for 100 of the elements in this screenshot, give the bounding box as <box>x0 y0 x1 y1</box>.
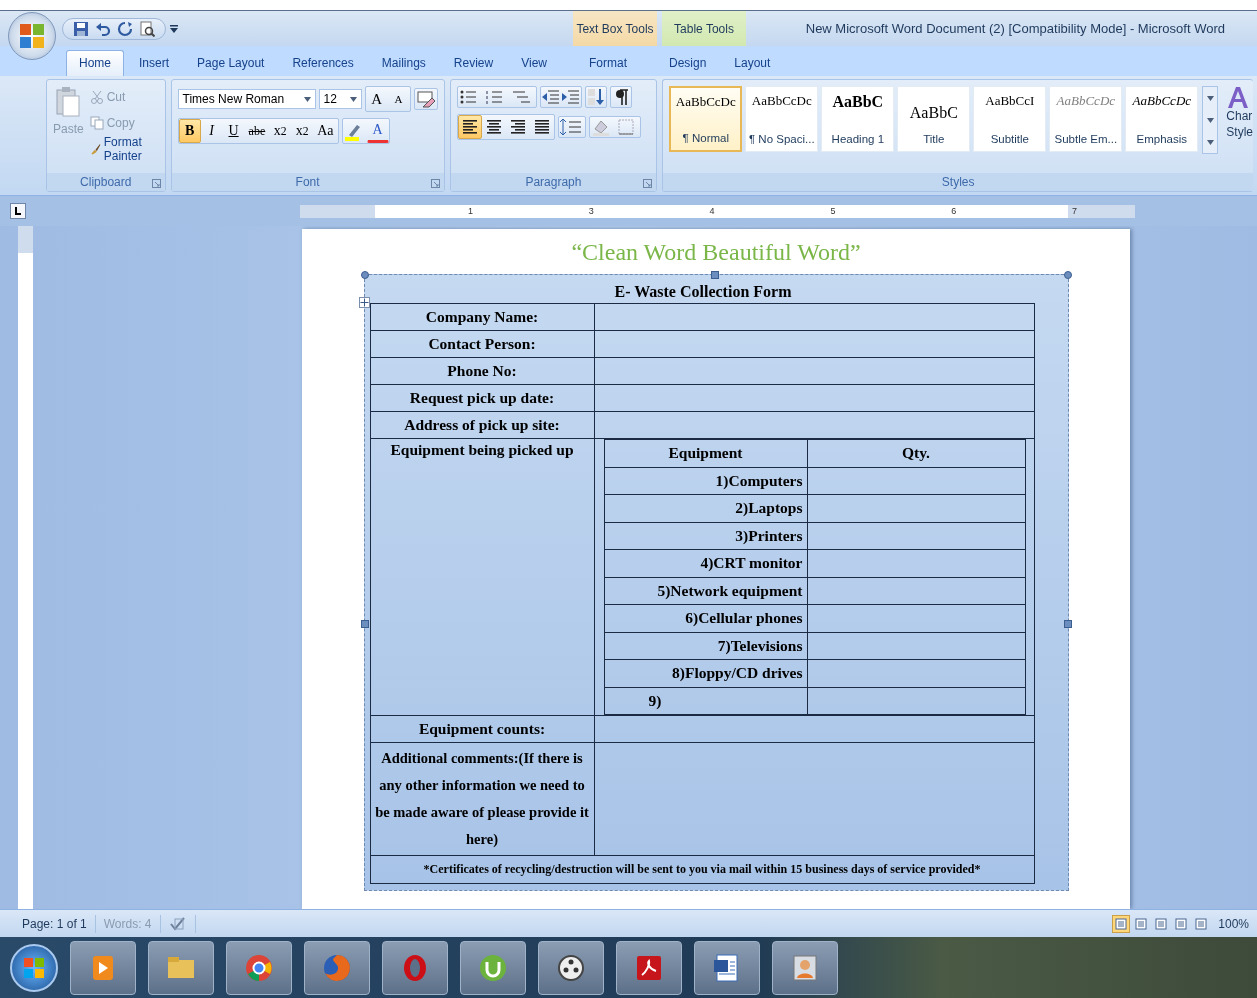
table-move-handle-icon[interactable] <box>358 297 370 308</box>
shrink-font-button[interactable]: A <box>387 87 410 111</box>
qty-cell[interactable] <box>807 604 1025 632</box>
dialog-launcher-icon[interactable] <box>430 179 440 188</box>
field-label: Additional comments:(If there is any other information we need to be made aware of please provide it here) <box>370 742 594 856</box>
font-size-field[interactable]: 12 <box>318 89 362 109</box>
media-player-icon[interactable] <box>70 940 136 995</box>
align-left-button[interactable] <box>457 115 482 139</box>
save-icon[interactable] <box>73 20 89 37</box>
field-value-cell[interactable] <box>594 357 1034 385</box>
redo-icon[interactable] <box>117 20 133 37</box>
qty-cell[interactable] <box>807 632 1025 660</box>
ribbon-tab[interactable]: Home <box>66 50 124 76</box>
proofing-check-icon[interactable] <box>168 915 187 932</box>
gallery-scroll-control[interactable] <box>1202 86 1219 154</box>
resize-handle[interactable] <box>360 620 369 628</box>
resize-handle[interactable] <box>710 271 719 279</box>
format-toggle-button[interactable]: B <box>178 119 201 143</box>
style-option[interactable]: AaBbCcDc ¶ No Spaci... <box>745 86 819 152</box>
utorrent-icon[interactable] <box>460 940 526 995</box>
ribbon-tab[interactable]: Layout <box>721 50 784 76</box>
format-toggle-button[interactable]: U <box>222 119 245 143</box>
resize-handle[interactable] <box>360 271 369 279</box>
qty-cell[interactable] <box>807 522 1025 550</box>
page-count[interactable]: Page: 1 of 1 <box>14 914 96 933</box>
dialog-launcher-icon[interactable] <box>643 179 653 188</box>
word-document-icon[interactable] <box>694 940 760 995</box>
field-value-cell[interactable] <box>594 715 1034 743</box>
print-preview-icon[interactable] <box>139 20 155 37</box>
style-option[interactable]: AaBbC Heading 1 <box>821 86 895 152</box>
ruler-number: 4 <box>709 206 715 216</box>
customize-caret-icon[interactable] <box>170 24 178 33</box>
ribbon-tab[interactable]: Insert <box>126 50 183 76</box>
qty-cell[interactable] <box>807 549 1025 577</box>
group-label: Font <box>295 175 320 189</box>
undo-icon[interactable] <box>95 20 111 37</box>
alignment-lines-icon <box>509 120 526 134</box>
change-styles-label[interactable]: Char <box>1226 108 1253 124</box>
firefox-icon[interactable] <box>304 940 370 995</box>
ribbon-tab[interactable]: Design <box>656 50 720 76</box>
pdf-reader-icon[interactable] <box>616 940 682 995</box>
qty-cell[interactable] <box>807 494 1025 522</box>
decrease-indent-icon[interactable] <box>540 87 561 107</box>
opera-icon[interactable] <box>382 940 448 995</box>
field-label: Request pick up date: <box>370 384 594 412</box>
paintbrush-icon <box>89 141 101 157</box>
qty-cell[interactable] <box>807 467 1025 495</box>
change-styles-icon[interactable] <box>1226 86 1249 108</box>
sort-icon[interactable] <box>585 87 606 107</box>
clear-formatting-icon[interactable] <box>414 89 437 109</box>
footnote: *Certificates of recycling/destruction will be sent to you via mail within 15 business days of service provided* <box>370 855 1034 884</box>
format-toggle-button[interactable]: abe <box>244 119 270 143</box>
ribbon-tab[interactable]: Review <box>440 50 507 76</box>
folder-icon[interactable] <box>148 940 214 995</box>
film-reel-icon[interactable] <box>538 940 604 995</box>
office-logo-icon <box>19 23 45 49</box>
group-label: Clipboard <box>80 175 132 189</box>
format-toggle-button[interactable]: I <box>200 119 223 143</box>
chrome-icon[interactable] <box>226 940 292 995</box>
qty-cell[interactable] <box>807 659 1025 687</box>
user-account-icon[interactable] <box>772 940 838 995</box>
start-button[interactable] <box>10 943 58 992</box>
dialog-launcher-icon[interactable] <box>151 179 161 188</box>
form-title: E- Waste Collection Form <box>613 282 793 302</box>
qty-cell[interactable] <box>807 577 1025 605</box>
ruler-number: 3 <box>588 206 594 216</box>
ribbon-tab[interactable]: View <box>508 50 560 76</box>
style-option[interactable]: AaBbC Title <box>897 86 971 152</box>
qty-cell[interactable] <box>807 687 1025 715</box>
zoom-level[interactable]: 100% <box>1218 916 1249 931</box>
tab-selector-icon[interactable] <box>10 203 26 219</box>
view-mode-button[interactable] <box>1112 914 1131 933</box>
resize-handle[interactable] <box>1063 271 1072 279</box>
change-case-button[interactable]: Aa <box>313 119 338 143</box>
field-value-cell[interactable] <box>594 384 1034 412</box>
page-view-icon <box>1115 917 1128 930</box>
equipment-cell: 3)Printers <box>604 522 807 550</box>
equipment-cell: 2)Laptops <box>604 494 807 522</box>
field-value-cell[interactable] <box>594 330 1034 358</box>
field-value-cell[interactable] <box>594 411 1034 439</box>
copy-icon <box>89 116 104 130</box>
grow-font-button[interactable]: A <box>365 87 388 111</box>
style-option[interactable]: AaBbCcDc Subtle Em... <box>1049 86 1123 152</box>
scissors-icon <box>89 90 104 104</box>
field-value-cell[interactable] <box>594 303 1034 331</box>
format-painter-button[interactable]: Format Painter <box>89 138 159 160</box>
resize-handle[interactable] <box>1063 620 1072 628</box>
style-option[interactable]: AaBbCcDc ¶ Normal <box>669 86 743 152</box>
ribbon-tab[interactable]: Mailings <box>368 50 439 76</box>
increase-indent-icon[interactable] <box>560 87 581 107</box>
field-value-cell[interactable] <box>594 742 1034 856</box>
ribbon-tab[interactable]: Page Layout <box>184 50 278 76</box>
font-name-field[interactable]: Times New Roman <box>177 89 316 109</box>
change-styles-label[interactable]: Style <box>1226 124 1253 140</box>
ribbon-tab[interactable]: Format <box>575 50 640 76</box>
window-title: New Microsoft Word Document (2) [Compatibility Mode] - Microsoft Word <box>804 20 1226 38</box>
ribbon-tab[interactable]: References <box>279 50 367 76</box>
style-option[interactable]: AaBbCcI Subtitle <box>973 86 1047 152</box>
style-option[interactable]: AaBbCcDc Emphasis <box>1125 86 1199 152</box>
page-view-icon <box>1155 917 1168 930</box>
